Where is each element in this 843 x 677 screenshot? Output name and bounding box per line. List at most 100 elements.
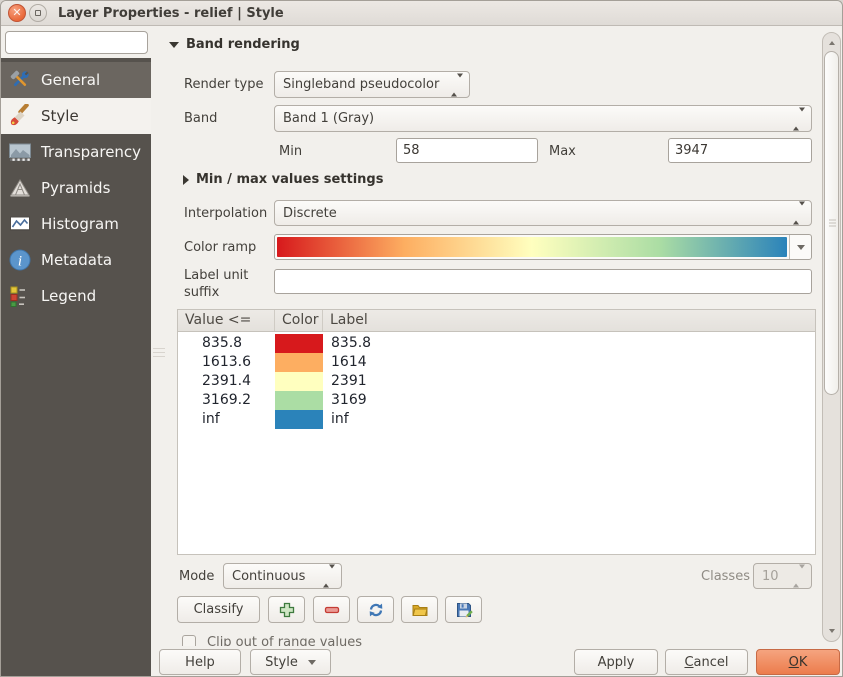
sidebar-item-label: Metadata	[41, 251, 112, 269]
color-ramp-label: Color ramp	[184, 240, 256, 255]
min-input[interactable]	[396, 138, 538, 163]
color-ramp-gradient	[277, 237, 787, 257]
svg-text:i: i	[18, 254, 22, 270]
sidebar-item-label: Legend	[41, 287, 96, 305]
clip-checkbox[interactable]	[182, 635, 196, 646]
spinner-arrows-icon	[793, 111, 805, 126]
vertical-scrollbar[interactable]	[822, 32, 841, 642]
open-folder-icon	[411, 601, 429, 619]
color-swatch[interactable]	[275, 353, 323, 372]
table-body: 835.8 835.8 1613.6 1614 2391.4 2391 3169…	[178, 332, 815, 429]
close-icon[interactable]: ✕	[8, 4, 26, 22]
band-label: Band	[184, 111, 217, 126]
dropdown-arrow-icon[interactable]	[789, 235, 811, 259]
sidebar-filter-input[interactable]	[5, 31, 148, 54]
scroll-down-icon[interactable]	[823, 623, 840, 639]
maximize-icon[interactable]	[29, 4, 47, 22]
spinner-arrows-icon	[323, 569, 335, 584]
refresh-button[interactable]	[357, 596, 394, 623]
band-rendering-header[interactable]: Band rendering	[169, 37, 300, 52]
apply-button[interactable]: Apply	[574, 649, 658, 675]
style-menu-button[interactable]: Style	[250, 649, 331, 675]
load-colormap-button[interactable]	[401, 596, 438, 623]
add-icon	[278, 601, 296, 619]
histogram-icon	[8, 212, 32, 236]
paintbrush-icon	[8, 104, 32, 128]
table-row[interactable]: inf inf	[178, 410, 815, 429]
classification-table: Value <= Color Label 835.8 835.8 1613.6 …	[177, 309, 816, 555]
sidebar-item-label: Style	[41, 107, 79, 125]
table-row[interactable]: 835.8 835.8	[178, 334, 815, 353]
scroll-up-icon[interactable]	[823, 35, 840, 51]
sidebar-item-label: Transparency	[41, 143, 141, 161]
classify-button[interactable]: Classify	[177, 596, 260, 623]
classes-spinbox[interactable]: 10	[753, 563, 812, 589]
scrollbar-thumb[interactable]	[824, 51, 839, 395]
layer-properties-dialog: ✕ Layer Properties - relief | Style Gene…	[0, 0, 843, 677]
column-header-value[interactable]: Value <=	[178, 310, 275, 331]
interpolation-select[interactable]: Discrete	[274, 200, 812, 226]
info-icon: i	[8, 248, 32, 272]
color-swatch[interactable]	[275, 391, 323, 410]
sidebar-item-pyramids[interactable]: Pyramids	[1, 170, 151, 206]
cancel-button[interactable]: Cancel	[665, 649, 748, 675]
refresh-icon	[367, 601, 385, 619]
clip-checkbox-row: Clip out of range values	[177, 631, 477, 646]
save-colormap-button[interactable]	[445, 596, 482, 623]
table-row[interactable]: 2391.4 2391	[178, 372, 815, 391]
mode-select[interactable]: Continuous	[223, 563, 342, 589]
help-button[interactable]: Help	[159, 649, 241, 675]
band-select[interactable]: Band 1 (Gray)	[274, 105, 812, 132]
color-swatch[interactable]	[275, 372, 323, 391]
save-icon	[455, 601, 473, 619]
table-header[interactable]: Value <= Color Label	[178, 310, 815, 332]
max-input[interactable]	[668, 138, 812, 163]
spinner-arrows-icon	[793, 206, 805, 221]
dropdown-arrow-icon	[308, 660, 316, 665]
spinner-arrows-icon	[451, 77, 463, 92]
scrollbar-grip	[829, 218, 836, 229]
render-type-select[interactable]: Singleband pseudocolor	[274, 71, 470, 98]
collapse-arrow-icon	[169, 42, 179, 48]
table-row[interactable]: 1613.6 1614	[178, 353, 815, 372]
color-ramp-select[interactable]	[274, 234, 812, 260]
sidebar-item-general[interactable]: General	[1, 62, 151, 98]
splitter-handle[interactable]	[153, 345, 165, 360]
window-title: Layer Properties - relief | Style	[58, 1, 284, 26]
sidebar-item-style[interactable]: Style	[1, 98, 151, 134]
image-icon	[8, 140, 32, 164]
interpolation-label: Interpolation	[184, 206, 267, 221]
max-label: Max	[549, 144, 576, 159]
sidebar-item-label: Pyramids	[41, 179, 110, 197]
legend-icon	[8, 284, 32, 308]
minmax-settings-header[interactable]: Min / max values settings	[183, 172, 383, 187]
pyramid-icon	[8, 176, 32, 200]
sidebar-item-label: Histogram	[41, 215, 119, 233]
remove-entry-button[interactable]	[313, 596, 350, 623]
classes-label: Classes	[701, 569, 750, 584]
sidebar-item-legend[interactable]: Legend	[1, 278, 151, 314]
ok-button[interactable]: OK	[756, 649, 840, 675]
sidebar-item-histogram[interactable]: Histogram	[1, 206, 151, 242]
spinner-arrows-icon	[793, 569, 805, 584]
mode-label: Mode	[179, 569, 214, 584]
tools-icon	[8, 68, 32, 92]
titlebar: ✕ Layer Properties - relief | Style	[1, 1, 842, 26]
column-header-color[interactable]: Color	[275, 310, 323, 331]
table-row[interactable]: 3169.2 3169	[178, 391, 815, 410]
label-unit-suffix-input[interactable]	[274, 269, 812, 294]
sidebar: General Style	[1, 58, 151, 677]
render-type-label: Render type	[184, 77, 263, 92]
color-swatch[interactable]	[275, 334, 323, 353]
add-entry-button[interactable]	[268, 596, 305, 623]
sidebar-item-metadata[interactable]: i Metadata	[1, 242, 151, 278]
sidebar-item-label: General	[41, 71, 100, 89]
color-swatch[interactable]	[275, 410, 323, 429]
remove-icon	[323, 601, 341, 619]
clip-checkbox-label: Clip out of range values	[207, 635, 362, 647]
column-header-label[interactable]: Label	[323, 310, 815, 331]
sidebar-item-transparency[interactable]: Transparency	[1, 134, 151, 170]
label-unit-suffix-label: Label unit suffix	[184, 267, 266, 301]
expand-arrow-icon	[183, 175, 189, 185]
min-label: Min	[279, 144, 302, 159]
